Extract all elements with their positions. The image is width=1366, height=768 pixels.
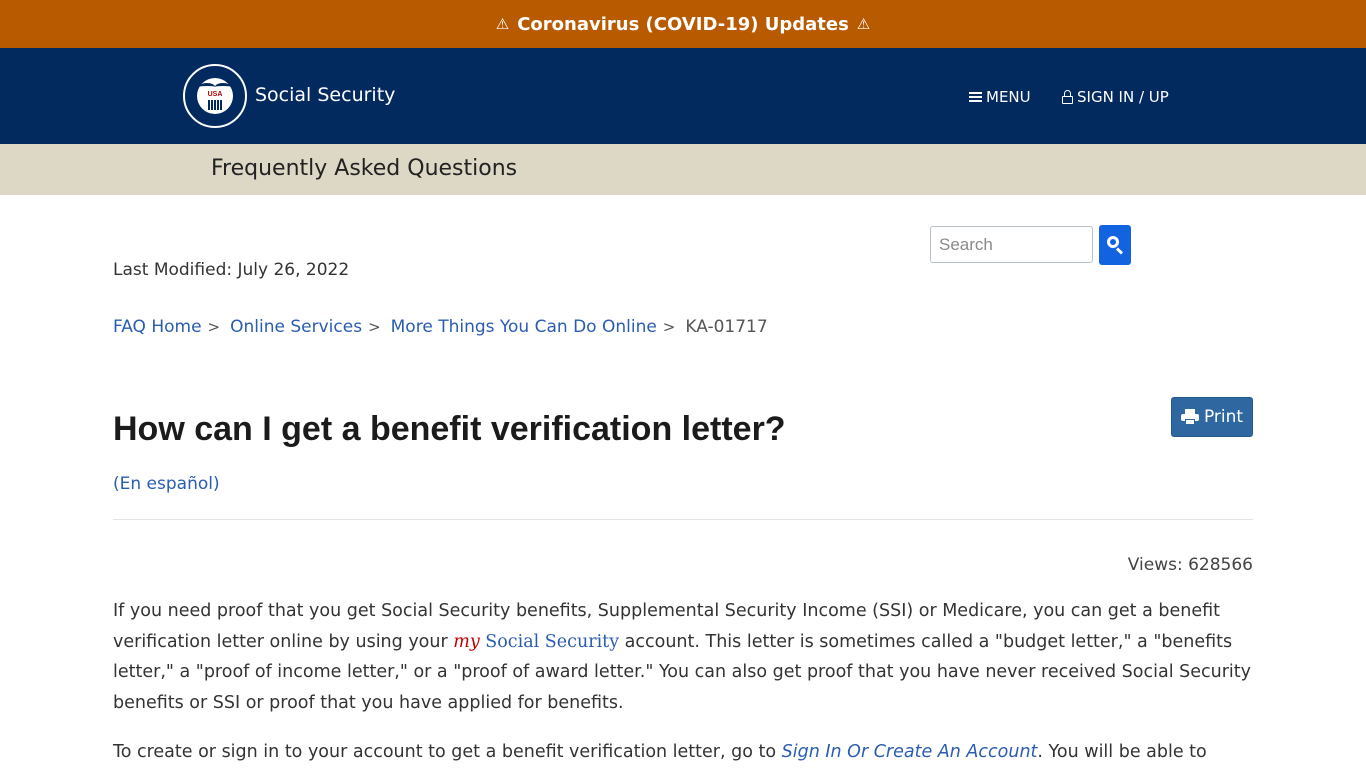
breadcrumb-current: KA-01717 (685, 317, 768, 337)
hamburger-icon (969, 92, 982, 102)
section-title[interactable]: Frequently Asked Questions (211, 156, 517, 181)
warning-icon: ⚠ (495, 15, 510, 33)
breadcrumb-separator: > (368, 318, 381, 336)
section-banner: Frequently Asked Questions (0, 144, 1366, 195)
breadcrumb: FAQ Home > Online Services > More Things… (113, 317, 768, 337)
sign-in-label: SIGN IN / UP (1077, 88, 1169, 106)
paragraph-text: . You will be able to (1037, 742, 1207, 762)
sign-in-create-account-link[interactable]: Sign In Or Create An Account (782, 742, 1038, 762)
printer-icon (1180, 409, 1199, 425)
seal-emblem: USA (197, 78, 233, 114)
print-label: Print (1203, 407, 1244, 427)
site-header: USA Social Security MENU SIGN IN / UP (0, 48, 1366, 144)
my-social-security-link[interactable]: my Social Security (453, 632, 619, 652)
breadcrumb-separator: > (662, 318, 676, 336)
warning-icon: ⚠ (856, 15, 871, 33)
menu-button[interactable]: MENU (969, 88, 1031, 106)
last-modified-date: Last Modified: July 26, 2022 (113, 260, 350, 280)
breadcrumb-faq-home[interactable]: FAQ Home (113, 317, 202, 337)
article-paragraph: If you need proof that you get Social Se… (113, 596, 1253, 718)
page-title: How can I get a benefit verification let… (113, 410, 786, 448)
covid-alert-text[interactable]: Coronavirus (COVID-19) Updates (517, 14, 849, 35)
sign-in-button[interactable]: SIGN IN / UP (1062, 88, 1169, 106)
breadcrumb-separator: > (207, 318, 221, 336)
lock-icon (1062, 90, 1073, 104)
search-icon (1107, 236, 1124, 255)
divider (113, 519, 1253, 520)
search-input[interactable] (930, 226, 1093, 263)
breadcrumb-online-services[interactable]: Online Services (230, 317, 362, 337)
covid-alert-banner[interactable]: ⚠ Coronavirus (COVID-19) Updates ⚠ (0, 0, 1366, 48)
brand-social-security: Social Security (479, 631, 620, 652)
views-count: Views: 628566 (1127, 555, 1253, 575)
seal-stripes (208, 100, 222, 110)
article-paragraph: To create or sign in to your account to … (113, 737, 1253, 768)
brand-my: my (453, 631, 480, 652)
eagle-wing-icon (199, 83, 215, 91)
eagle-wing-icon (215, 83, 231, 91)
ssa-seal-logo[interactable]: USA (183, 64, 247, 128)
print-button[interactable]: Print (1171, 397, 1253, 437)
paragraph-text: To create or sign in to your account to … (113, 742, 782, 762)
menu-label: MENU (986, 88, 1031, 106)
site-title-link[interactable]: Social Security (255, 84, 395, 106)
breadcrumb-more-things[interactable]: More Things You Can Do Online (391, 317, 657, 337)
search-button[interactable] (1099, 225, 1131, 265)
seal-usa-text: USA (207, 91, 223, 98)
spanish-version-link[interactable]: (En español) (113, 474, 220, 494)
